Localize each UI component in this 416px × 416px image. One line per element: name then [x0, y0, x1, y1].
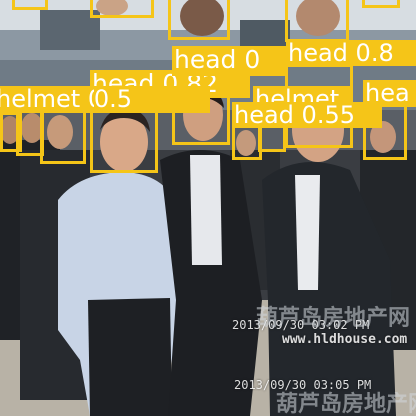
detection-box-head [168, 0, 230, 40]
site-url-watermark: www.hldhouse.com [282, 332, 408, 347]
detection-view: head 0.8 head 0.82 helmet 0.5 helmet hea… [0, 0, 416, 416]
detection-label: head 0.8 [286, 40, 416, 66]
site-watermark-cn: 葫芦岛房地产网 [256, 306, 411, 331]
detection-box-head [285, 0, 349, 42]
detection-box-head [40, 108, 86, 164]
detection-label: hea [363, 80, 416, 107]
detection-label: head 0 [172, 46, 288, 76]
detection-label: helmet 0.5 [0, 86, 94, 113]
detection-box-head [362, 0, 400, 8]
detection-label: head 0.55 [232, 102, 382, 128]
detection-box-head [12, 0, 48, 10]
detection-box-head [90, 0, 154, 18]
site-watermark-cn: 葫芦岛房地产网 [276, 392, 416, 416]
detection-box-head [0, 112, 22, 152]
